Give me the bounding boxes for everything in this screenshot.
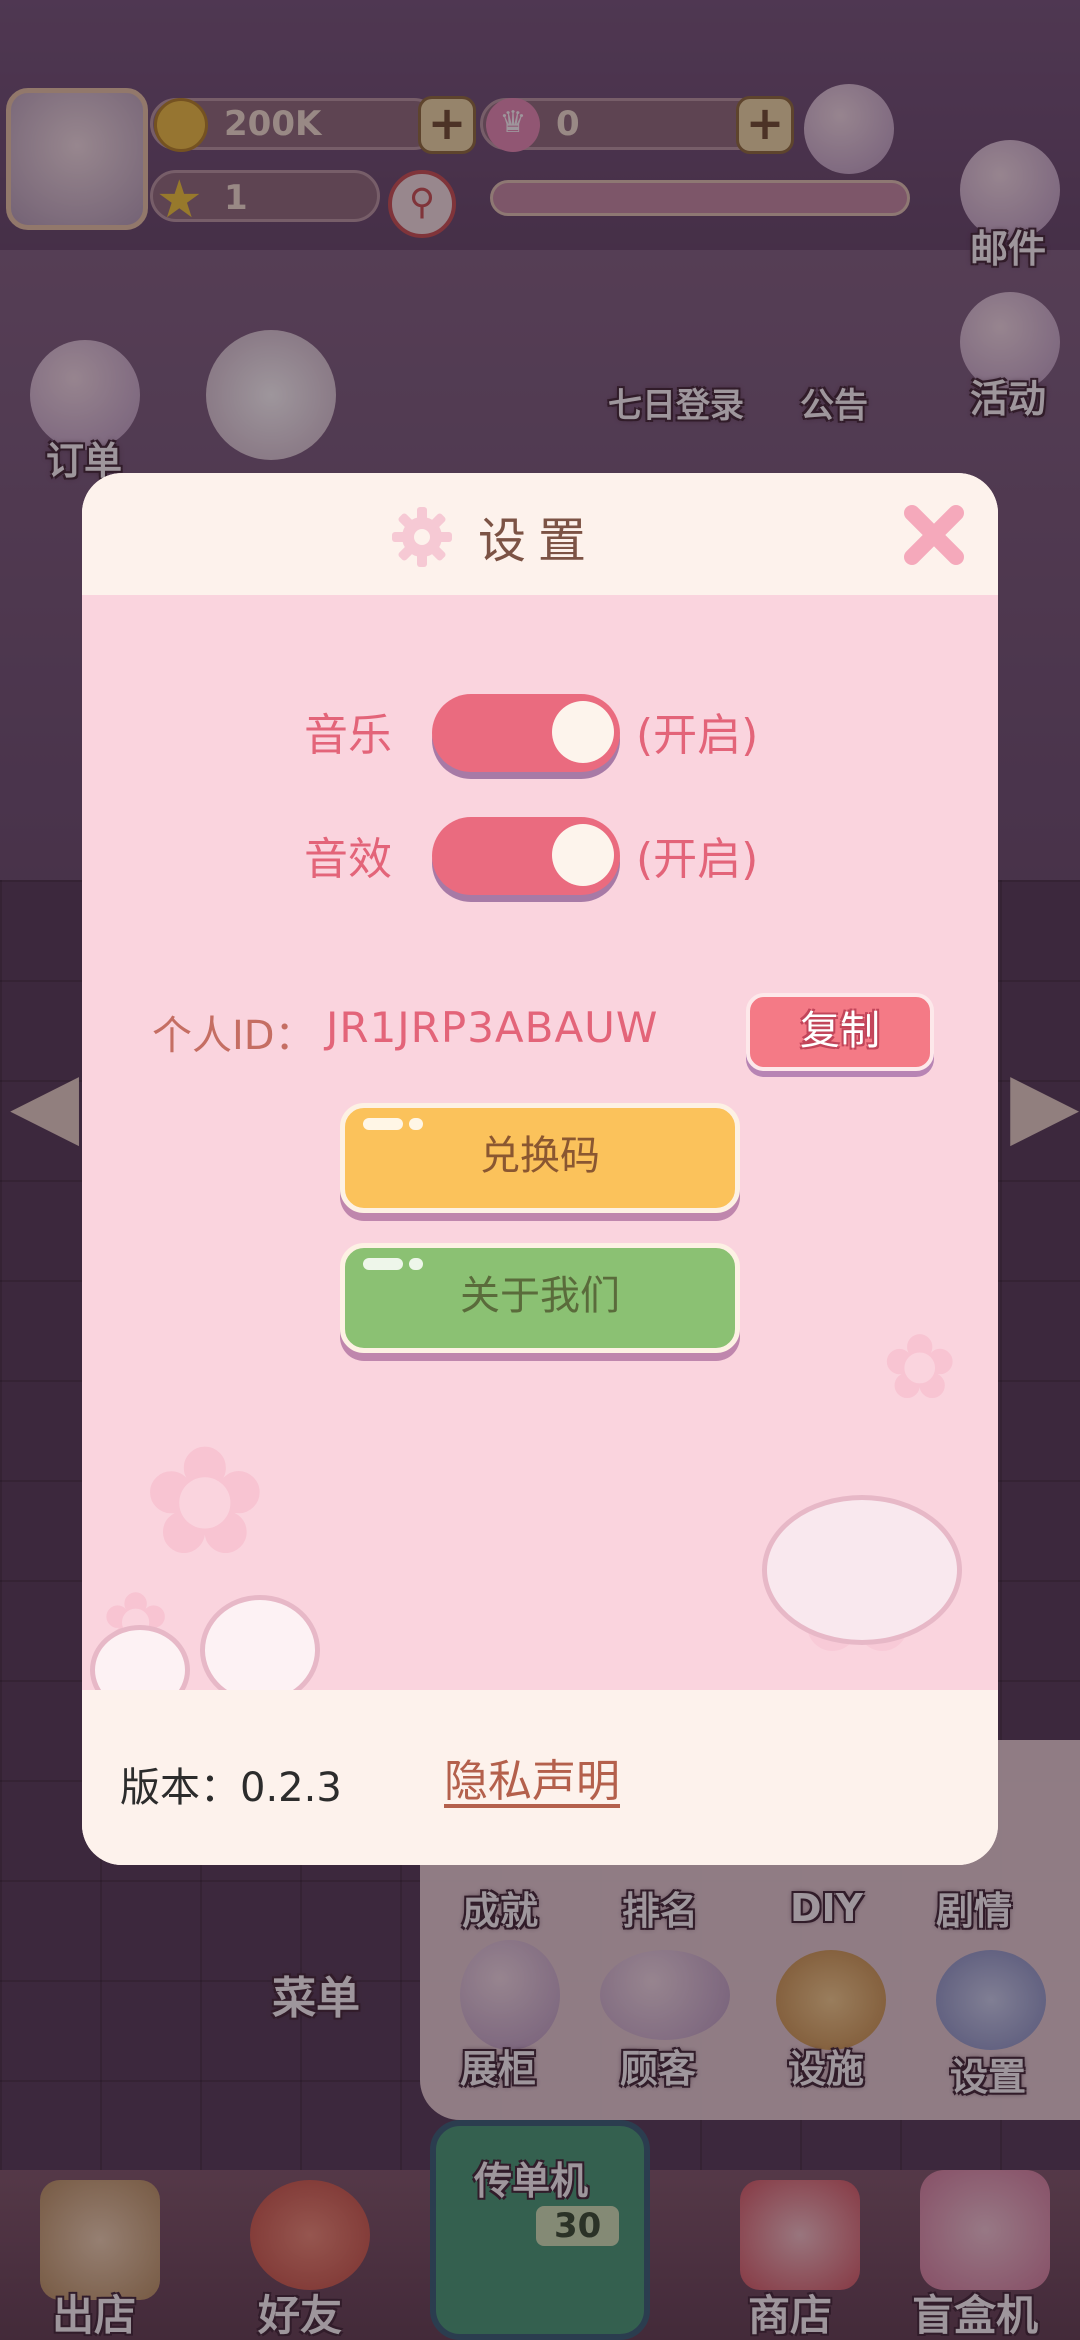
button-shine: [409, 1118, 423, 1130]
redeem-code-button[interactable]: 兑换码: [340, 1103, 740, 1213]
sfx-label: 音效: [304, 834, 392, 885]
cloud-mascot-icon: [762, 1495, 962, 1645]
gear-icon: [392, 507, 452, 567]
button-shine: [363, 1258, 403, 1270]
dialog-body: ✿ ✿ ✿ ✿ 音乐 (开启) 音效 (开启) 个人ID： JR1JRP3ABA…: [82, 595, 998, 1715]
about-us-button[interactable]: 关于我们: [340, 1243, 740, 1353]
flower-decoration-icon: ✿: [882, 1315, 958, 1420]
music-state: (开启): [636, 710, 759, 761]
music-toggle[interactable]: [432, 694, 620, 772]
copy-button[interactable]: 复制: [746, 993, 934, 1071]
personal-id-label: 个人ID：: [152, 1013, 315, 1059]
version-label: 版本：0.2.3: [120, 1765, 342, 1811]
sfx-state: (开启): [636, 834, 759, 885]
settings-dialog: 设置 ✿ ✿ ✿ ✿ 音乐 (开启) 音效 (开启) 个人ID： J: [82, 473, 998, 1865]
button-shine: [363, 1118, 403, 1130]
about-us-label: 关于我们: [460, 1273, 620, 1319]
toggle-knob: [552, 824, 614, 886]
dialog-header: 设置: [82, 473, 998, 595]
music-label: 音乐: [304, 710, 392, 761]
privacy-policy-link[interactable]: 隐私声明: [444, 1745, 620, 1809]
bun-mascot-icon: [200, 1595, 320, 1705]
button-shine: [409, 1258, 423, 1270]
sfx-toggle[interactable]: [432, 817, 620, 895]
toggle-knob: [552, 701, 614, 763]
flower-decoration-icon: ✿: [142, 1415, 268, 1589]
personal-id-value: JR1JRP3ABAUW: [326, 1003, 659, 1052]
redeem-code-label: 兑换码: [480, 1133, 600, 1179]
dialog-title: 设置: [478, 513, 599, 569]
close-icon[interactable]: [898, 499, 970, 571]
